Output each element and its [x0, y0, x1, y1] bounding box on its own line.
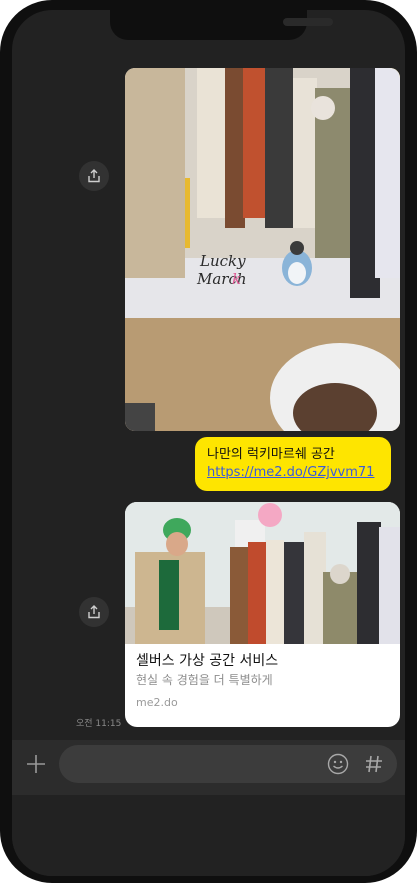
photo-illustration: Lucky March k	[125, 68, 400, 431]
svg-text:k: k	[232, 270, 241, 288]
speaker-grille	[283, 18, 333, 26]
keyboard-area	[12, 795, 405, 876]
share-icon	[88, 605, 100, 619]
share-button[interactable]	[79, 597, 109, 627]
hash-icon[interactable]	[363, 753, 385, 775]
photo-message[interactable]: Lucky March k	[125, 68, 400, 431]
plus-icon[interactable]	[25, 753, 47, 775]
emoji-icon[interactable]	[327, 753, 349, 775]
card-domain: me2.do	[136, 696, 178, 709]
card-title: 셀버스 가상 공간 서비스	[136, 653, 279, 669]
message-link[interactable]: https://me2.do/GZjvvm71	[207, 464, 381, 482]
phone-notch	[110, 10, 333, 40]
chat-screen: Lucky March k 나만의 럭키마르쉐 공간 https://me2.d…	[12, 10, 405, 876]
card-image	[125, 502, 400, 644]
input-bar	[12, 740, 405, 795]
message-bubble[interactable]: 나만의 럭키마르쉐 공간 https://me2.do/GZjvvm71	[195, 437, 391, 491]
message-timestamp: 오전 11:15	[76, 719, 122, 729]
message-input[interactable]	[59, 745, 397, 783]
share-icon	[88, 169, 100, 183]
phone-frame: Lucky March k 나만의 럭키마르쉐 공간 https://me2.d…	[0, 0, 417, 883]
link-preview-card[interactable]: 셀버스 가상 공간 서비스 현실 속 경험을 더 특별하게 me2.do	[125, 502, 400, 727]
message-text: 나만의 럭키마르쉐 공간	[207, 447, 335, 462]
card-description: 현실 속 경험을 더 특별하게	[136, 673, 273, 687]
share-button[interactable]	[79, 161, 109, 191]
logo-text-line1: Lucky	[199, 252, 246, 270]
